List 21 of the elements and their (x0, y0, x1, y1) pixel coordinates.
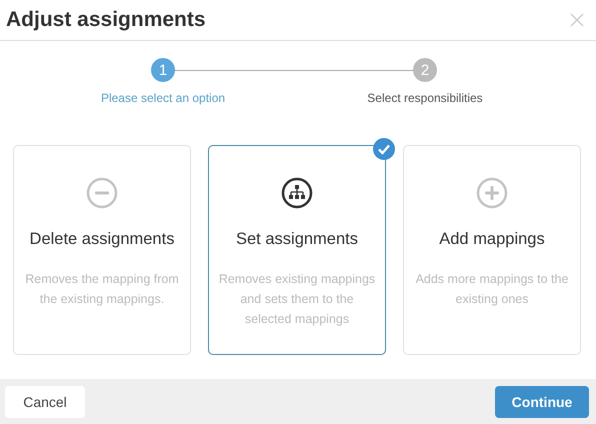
hierarchy-icon (281, 177, 313, 209)
option-title: Set assignments (236, 230, 358, 249)
step-number: 2 (413, 58, 437, 82)
option-card[interactable]: Set assignments Removes existing mappings and sets them to the selected mappings (208, 145, 386, 355)
step-label: Please select an option (100, 91, 226, 105)
minus-circle-icon (86, 177, 118, 209)
plus-circle-icon (476, 177, 508, 209)
option-description: Adds more mappings to the existing ones (414, 271, 570, 308)
dialog-title: Adjust assignments (6, 8, 206, 32)
close-icon[interactable] (569, 12, 585, 28)
option-card[interactable]: Delete assignments Removes the mapping from the existing mappings. (13, 145, 191, 355)
option-card[interactable]: Add mappings Adds more mappings to the existing ones (403, 145, 581, 355)
continue-button[interactable]: Continue (495, 386, 589, 418)
cancel-button[interactable]: Cancel (5, 386, 85, 418)
option-description: Removes existing mappings and sets them to the selected mappings (218, 271, 376, 328)
check-badge-icon (373, 138, 395, 160)
step-label: Select responsibilities (367, 91, 483, 105)
step-number: 1 (151, 58, 175, 82)
option-title: Delete assignments (30, 230, 174, 249)
option-title: Add mappings (439, 230, 545, 249)
option-description: Removes the mapping from the existing mappings. (24, 271, 180, 308)
